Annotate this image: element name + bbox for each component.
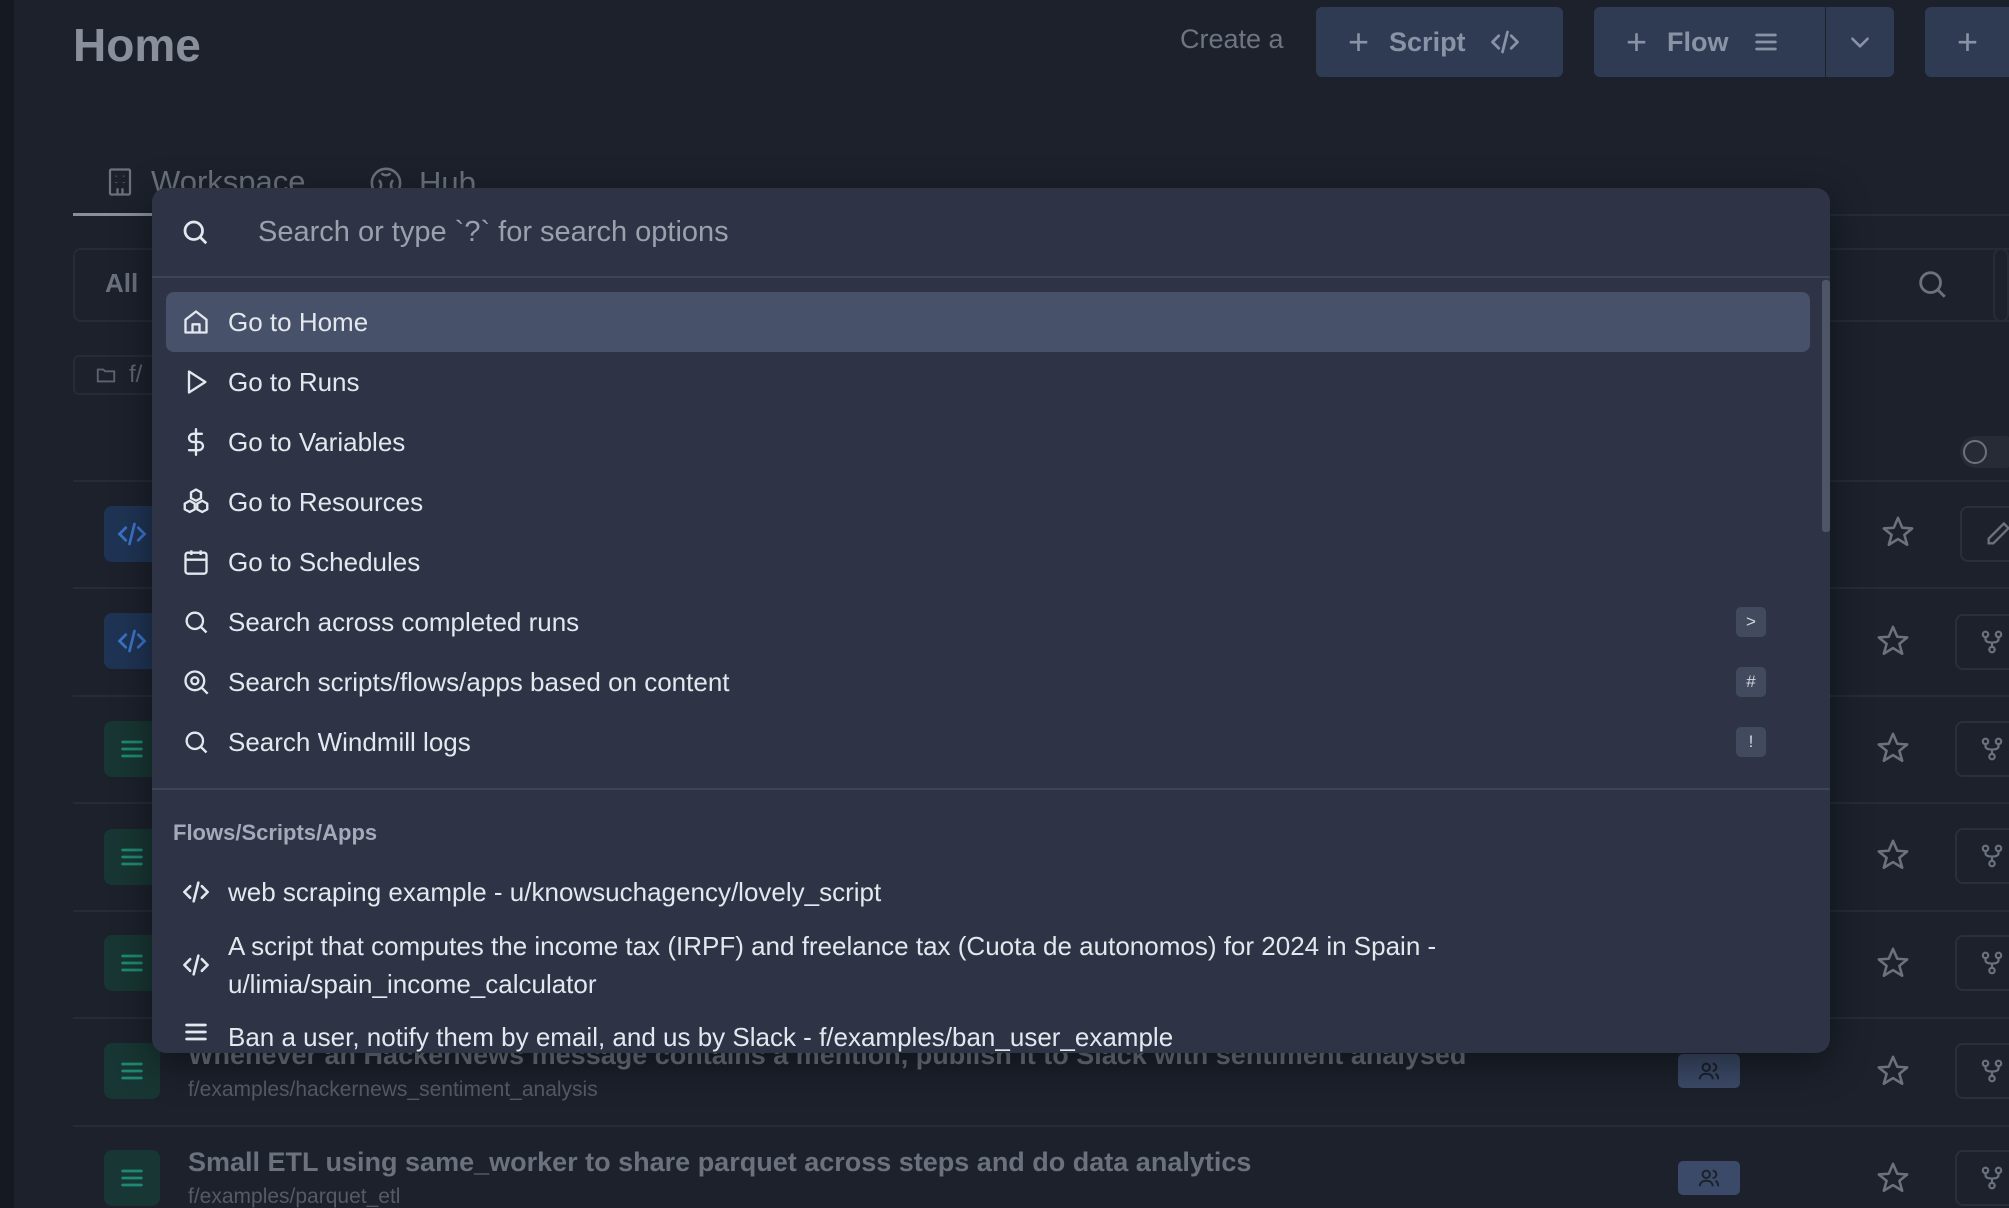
flow-dropdown-button[interactable] bbox=[1826, 7, 1894, 77]
create-flow-label: Flow bbox=[1667, 26, 1729, 57]
create-script-label: Script bbox=[1389, 26, 1466, 57]
palette-command-list: Go to Home Go to Runs Go to Variables Go… bbox=[166, 292, 1810, 772]
command-label: Go to Variables bbox=[228, 426, 406, 457]
toggle-switch[interactable] bbox=[1960, 436, 2009, 468]
dollar-icon bbox=[180, 427, 212, 457]
shortcut-key: # bbox=[1736, 667, 1766, 697]
command-go-home[interactable]: Go to Home bbox=[166, 292, 1810, 352]
fork-button[interactable] bbox=[1955, 614, 2009, 670]
search-icon bbox=[180, 728, 212, 756]
shortcut-key: > bbox=[1736, 607, 1766, 637]
command-label: Search Windmill logs bbox=[228, 726, 471, 757]
palette-search-input[interactable] bbox=[258, 215, 1638, 249]
palette-results-list: web scraping example - u/knowsuchagency/… bbox=[166, 862, 1810, 1053]
shared-badge bbox=[1678, 1161, 1740, 1195]
command-search-logs[interactable]: Search Windmill logs ! bbox=[166, 712, 1810, 772]
code-icon bbox=[1488, 27, 1522, 57]
filter-extra-button[interactable] bbox=[1993, 248, 2009, 322]
row-path: f/examples/hackernews_sentiment_analysis bbox=[188, 1078, 598, 1101]
flow-icon bbox=[104, 1150, 160, 1206]
command-go-variables[interactable]: Go to Variables bbox=[166, 412, 1810, 472]
result-label: Ban a user, notify them by email, and us… bbox=[228, 1022, 1174, 1052]
chevron-down-icon bbox=[1847, 29, 1873, 55]
command-go-runs[interactable]: Go to Runs bbox=[166, 352, 1810, 412]
pencil-icon bbox=[1987, 521, 2009, 545]
fork-icon bbox=[1981, 844, 2003, 868]
star-icon[interactable] bbox=[1876, 731, 1910, 765]
star-icon[interactable] bbox=[1876, 1161, 1910, 1195]
fork-icon bbox=[1981, 737, 2003, 761]
plus-icon: + bbox=[1348, 21, 1370, 62]
plus-icon: + bbox=[1626, 21, 1648, 62]
command-palette: Go to Home Go to Runs Go to Variables Go… bbox=[152, 188, 1830, 1053]
star-icon[interactable] bbox=[1876, 838, 1910, 872]
command-label: Go to Resources bbox=[228, 486, 424, 517]
result-label: A script that computes the income tax (I… bbox=[228, 931, 1437, 999]
star-icon[interactable] bbox=[1876, 624, 1910, 658]
command-label: Search across completed runs bbox=[228, 606, 580, 637]
fork-icon bbox=[1981, 1166, 2003, 1190]
command-go-resources[interactable]: Go to Resources bbox=[166, 472, 1810, 532]
boxes-icon bbox=[180, 487, 212, 517]
search-icon bbox=[180, 608, 212, 636]
command-label: Go to Home bbox=[228, 306, 369, 337]
palette-divider bbox=[152, 788, 1830, 790]
shortcut-key: ! bbox=[1736, 727, 1766, 757]
calendar-icon bbox=[180, 548, 212, 576]
command-label: Search scripts/flows/apps based on conte… bbox=[228, 666, 730, 697]
fork-button[interactable] bbox=[1955, 828, 2009, 884]
row-path: f/examples/parquet_etl bbox=[188, 1185, 401, 1208]
palette-search-bar bbox=[152, 188, 1830, 278]
create-flow-button[interactable]: + Flow bbox=[1594, 7, 1825, 77]
home-icon bbox=[180, 308, 212, 336]
building-icon bbox=[105, 165, 135, 199]
palette-section-title: Flows/Scripts/Apps bbox=[173, 820, 378, 845]
filter-all-button[interactable]: All bbox=[105, 268, 138, 299]
left-sidebar-strip bbox=[0, 0, 14, 1208]
create-label: Create a bbox=[1180, 24, 1284, 54]
search-content-icon bbox=[180, 668, 212, 696]
users-icon bbox=[1698, 1169, 1720, 1187]
fork-icon bbox=[1981, 951, 2003, 975]
flow-icon bbox=[1751, 28, 1781, 56]
edit-button[interactable] bbox=[1960, 506, 2009, 562]
create-script-button[interactable]: + Script bbox=[1316, 7, 1563, 77]
flow-icon bbox=[180, 1018, 212, 1046]
play-icon bbox=[180, 368, 212, 396]
code-icon bbox=[180, 878, 212, 906]
star-icon[interactable] bbox=[1876, 1054, 1910, 1088]
result-item[interactable]: web scraping example - u/knowsuchagency/… bbox=[166, 862, 1810, 922]
fork-button[interactable] bbox=[1955, 935, 2009, 991]
star-icon[interactable] bbox=[1881, 515, 1915, 549]
folder-chip-label: f/ bbox=[129, 361, 143, 388]
users-icon bbox=[1698, 1062, 1720, 1080]
palette-scrollbar[interactable] bbox=[1822, 280, 1830, 532]
folder-filter-chip[interactable]: f/ bbox=[73, 355, 163, 395]
fork-icon bbox=[1981, 630, 2003, 654]
command-search-runs[interactable]: Search across completed runs > bbox=[166, 592, 1810, 652]
command-go-schedules[interactable]: Go to Schedules bbox=[166, 532, 1810, 592]
star-icon[interactable] bbox=[1876, 946, 1910, 980]
command-search-content[interactable]: Search scripts/flows/apps based on conte… bbox=[166, 652, 1810, 712]
row-title[interactable]: Small ETL using same_worker to share par… bbox=[188, 1147, 1251, 1178]
page-title: Home bbox=[73, 19, 201, 71]
shared-badge bbox=[1678, 1054, 1740, 1088]
create-app-button[interactable]: + bbox=[1925, 7, 2009, 77]
fork-button[interactable] bbox=[1955, 1150, 2009, 1206]
command-label: Go to Runs bbox=[228, 366, 360, 397]
result-label: web scraping example - u/knowsuchagency/… bbox=[228, 877, 882, 907]
result-item[interactable]: A script that computes the income tax (I… bbox=[166, 922, 1810, 1008]
folder-icon bbox=[96, 368, 116, 383]
fork-button[interactable] bbox=[1955, 721, 2009, 777]
search-icon[interactable] bbox=[1915, 267, 1949, 301]
plus-icon: + bbox=[1957, 21, 1979, 62]
fork-button[interactable] bbox=[1955, 1043, 2009, 1099]
result-item[interactable]: Ban a user, notify them by email, and us… bbox=[166, 1008, 1810, 1053]
command-label: Go to Schedules bbox=[228, 546, 421, 577]
fork-icon bbox=[1981, 1059, 2003, 1083]
search-icon bbox=[180, 217, 210, 247]
flow-icon bbox=[104, 1043, 160, 1099]
code-icon bbox=[180, 951, 212, 979]
